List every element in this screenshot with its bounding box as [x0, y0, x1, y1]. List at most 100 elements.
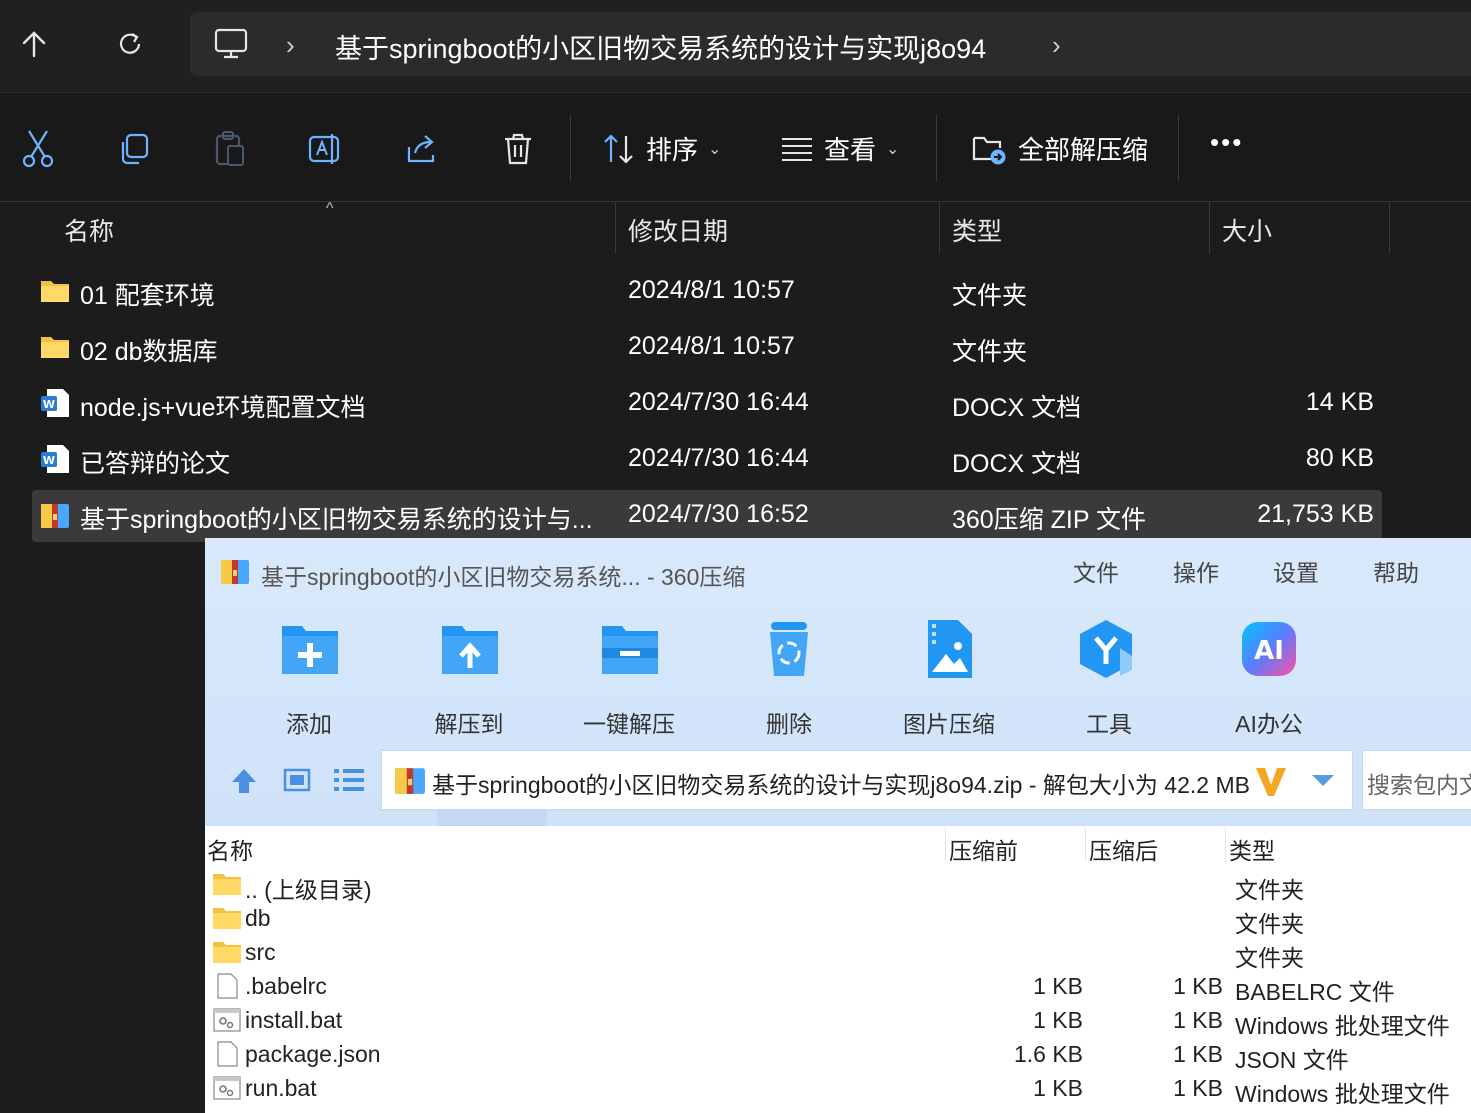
copy-button[interactable] [114, 129, 154, 169]
add-folder-icon [282, 626, 338, 674]
menu-help[interactable]: 帮助 [1373, 554, 1419, 588]
column-divider[interactable] [1209, 202, 1210, 254]
sort-label: 排序 [646, 135, 699, 165]
image-compress-icon [928, 620, 972, 678]
zip-entry-before: 1.6 KB [1013, 1041, 1083, 1067]
zip-entry-row[interactable]: package.json 1.6 KB 1 KB JSON 文件 [205, 1037, 1471, 1073]
zip-column-before[interactable]: 压缩前 [949, 832, 1018, 866]
column-header-modified[interactable]: 修改日期 [628, 202, 728, 258]
zip-entry-before: 1 KB [1033, 1007, 1083, 1033]
zip-column-after[interactable]: 压缩后 [1089, 832, 1158, 866]
svg-text:W: W [43, 454, 55, 467]
paste-button [210, 129, 250, 169]
extract-all-label: 全部解压缩 [1018, 135, 1149, 165]
zip-entry-row[interactable]: install.bat 1 KB 1 KB Windows 批处理文件 [205, 1003, 1471, 1039]
zip-entry-type: 文件夹 [1235, 911, 1304, 937]
batch-file-icon [213, 1008, 241, 1032]
zip-entry-row[interactable]: db 文件夹 [205, 901, 1471, 937]
zip-entry-row[interactable]: run.bat 1 KB 1 KB Windows 批处理文件 [205, 1071, 1471, 1107]
address-path[interactable]: 基于springboot的小区旧物交易系统的设计与实现j8o94 [335, 27, 986, 66]
command-bar: 排序 ⌄ 查看 ⌄ 全部解压缩 ••• [0, 92, 1471, 202]
column-divider[interactable] [939, 202, 940, 254]
list-view-icon[interactable] [333, 766, 365, 794]
up-level-icon[interactable] [229, 766, 259, 796]
column-divider[interactable] [615, 202, 616, 254]
tool-delete[interactable]: 删除 [729, 618, 849, 739]
zip-entry-type: Windows 批处理文件 [1235, 1081, 1450, 1107]
tool-ai-office[interactable]: AI AI办公 [1209, 618, 1329, 739]
extract-all-button[interactable]: 全部解压缩 [972, 130, 1148, 167]
tool-add[interactable]: 添加 [249, 618, 369, 739]
batch-file-icon [213, 1076, 241, 1100]
breadcrumb-chevron-icon[interactable]: › [1052, 30, 1061, 61]
chevron-down-icon: ⌄ [886, 140, 900, 158]
tool-one-click-extract-label: 一键解压 [583, 711, 675, 737]
zip-column-name[interactable]: 名称 [207, 832, 253, 866]
menu-settings[interactable]: 设置 [1273, 554, 1319, 588]
file-size: 21,753 KB [1257, 500, 1374, 528]
column-header-type[interactable]: 类型 [952, 202, 1002, 258]
up-arrow-button[interactable] [8, 18, 60, 70]
thumbnail-view-icon[interactable] [283, 766, 311, 794]
folder-icon [213, 908, 241, 929]
cut-button[interactable] [18, 129, 58, 169]
tool-extract-to-label: 解压到 [434, 711, 504, 737]
zip-entry-after: 1 KB [1173, 973, 1223, 999]
column-divider[interactable] [945, 828, 946, 862]
tool-extract-to[interactable]: 解压到 [409, 618, 529, 739]
column-divider[interactable] [1225, 828, 1226, 862]
zip-search-input[interactable]: 搜索包内文 [1362, 750, 1471, 810]
column-header-size[interactable]: 大小 [1222, 202, 1272, 258]
file-row[interactable]: 01 配套环境 2024/8/1 10:57 文件夹 [32, 266, 1382, 318]
address-box[interactable]: › 基于springboot的小区旧物交易系统的设计与实现j8o94 › [190, 12, 1471, 76]
file-row[interactable]: 02 db数据库 2024/8/1 10:57 文件夹 [32, 322, 1382, 374]
up-arrow-icon [22, 31, 46, 58]
column-divider[interactable] [1085, 828, 1086, 862]
zip-entry-name: package.json [245, 1041, 381, 1067]
zip-path-text: 基于springboot的小区旧物交易系统的设计与实现j8o94.zip - 解… [432, 772, 1250, 798]
zip-archive-icon [395, 768, 425, 794]
delete-button[interactable] [498, 129, 538, 169]
zip-entry-row[interactable]: src 文件夹 [205, 935, 1471, 971]
zip-entry-name: .babelrc [245, 973, 327, 999]
folder-icon [41, 337, 69, 358]
view-label: 查看 [824, 135, 877, 165]
zip-nav-bar: 基于springboot的小区旧物交易系统的设计与实现j8o94.zip - 解… [205, 750, 1471, 810]
quick-extract-folder-icon [602, 626, 658, 674]
zip-entry-row[interactable]: .babelrc 1 KB 1 KB BABELRC 文件 [205, 969, 1471, 1005]
zip-path-bar[interactable]: 基于springboot的小区旧物交易系统的设计与实现j8o94.zip - 解… [381, 750, 1353, 810]
tool-one-click-extract[interactable]: 一键解压 [569, 618, 689, 739]
tool-image-compress[interactable]: 图片压缩 [889, 618, 1009, 739]
file-name: 02 db数据库 [80, 338, 218, 366]
view-button[interactable]: 查看 ⌄ [780, 130, 899, 167]
file-row[interactable]: W 已答辩的论文 2024/7/30 16:44 DOCX 文档 80 KB [32, 434, 1382, 486]
zip-entry-before: 1 KB [1033, 973, 1083, 999]
sort-button[interactable]: 排序 ⌄ [602, 130, 721, 167]
file-size: 14 KB [1305, 388, 1374, 416]
share-button[interactable] [402, 129, 442, 169]
menu-file[interactable]: 文件 [1073, 554, 1119, 588]
file-row[interactable]: 基于springboot的小区旧物交易系统的设计与... 2024/7/30 1… [32, 490, 1382, 542]
file-modified: 2024/8/1 10:57 [628, 332, 795, 360]
file-type: 360压缩 ZIP 文件 [952, 506, 1147, 534]
v-badge-icon[interactable] [1254, 765, 1288, 799]
tool-tools[interactable]: 工具 [1049, 618, 1169, 739]
zip-entry-type: BABELRC 文件 [1235, 979, 1395, 1005]
column-divider[interactable] [1389, 202, 1390, 254]
zip-entry-name: .. (上级目录) [245, 877, 372, 903]
refresh-button[interactable] [104, 18, 156, 70]
menu-operate[interactable]: 操作 [1173, 554, 1219, 588]
zip-entry-row[interactable]: .. (上级目录) 文件夹 [205, 867, 1471, 903]
breadcrumb-chevron-icon: › [286, 30, 295, 60]
file-row[interactable]: W node.js+vue环境配置文档 2024/7/30 16:44 DOCX… [32, 378, 1382, 430]
file-name: node.js+vue环境配置文档 [80, 394, 366, 422]
svg-text:W: W [43, 398, 55, 411]
column-header-name[interactable]: 名称 [64, 202, 114, 258]
rename-button[interactable] [306, 129, 346, 169]
zip-search-placeholder: 搜索包内文 [1367, 772, 1471, 798]
zip-entry-type: 文件夹 [1235, 877, 1304, 903]
zip-entry-after: 1 KB [1173, 1075, 1223, 1101]
more-options-button[interactable]: ••• [1210, 127, 1243, 158]
zip-column-type[interactable]: 类型 [1229, 832, 1275, 866]
chevron-down-icon[interactable] [1310, 773, 1336, 789]
